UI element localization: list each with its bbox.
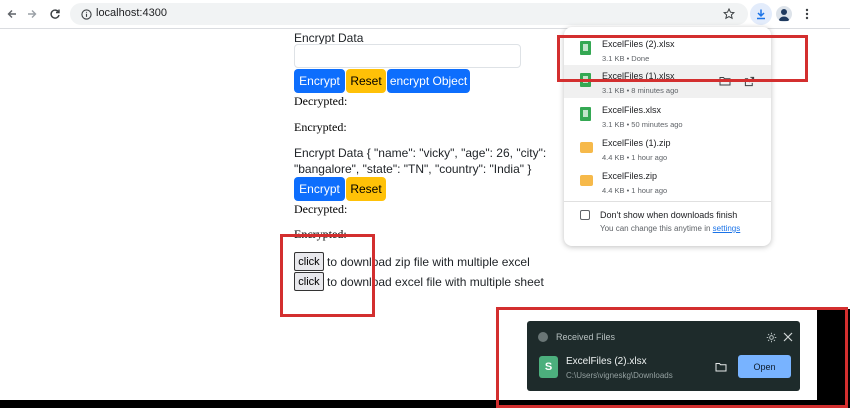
encrypt-button[interactable]: Encrypt — [294, 69, 345, 93]
downloads-hint-text: You can change this anytime in — [600, 224, 713, 233]
encrypt-data-input[interactable] — [294, 44, 521, 68]
download-item[interactable]: ExcelFiles.zip 4.4 KB • 1 hour ago — [564, 165, 771, 198]
browser-toolbar: localhost:4300 — [0, 0, 850, 28]
encrypt-object-submit-button[interactable]: Encrypt — [294, 177, 345, 201]
bookmark-button[interactable] — [721, 6, 737, 22]
url-text[interactable]: localhost:4300 — [96, 7, 167, 19]
decrypted-label: Decrypted: — [294, 94, 348, 108]
profile-button[interactable] — [776, 6, 792, 22]
reset-object-button[interactable]: Reset — [346, 177, 386, 201]
profile-icon — [778, 9, 790, 21]
notification-open-button[interactable]: Open — [738, 355, 791, 378]
download-item[interactable]: ExcelFiles (1).zip 4.4 KB • 1 hour ago — [564, 132, 771, 165]
browser-menu-button[interactable] — [800, 4, 814, 24]
notification-title: Received Files — [556, 332, 616, 342]
downloads-button[interactable] — [750, 3, 772, 25]
zip-folder-icon — [580, 175, 593, 186]
open-folder-button[interactable] — [714, 361, 728, 373]
download-notification[interactable]: Received Files S ExcelFiles (2).xlsx C:\… — [527, 321, 800, 391]
notification-settings-button[interactable] — [765, 331, 777, 343]
download-item-meta: 4.4 KB • 1 hour ago — [602, 186, 668, 195]
notification-file-path: C:\Users\vigneskg\Downloads — [566, 371, 673, 380]
excel-file-icon: S — [539, 356, 558, 378]
encrypt-data-heading: Encrypt Data — [294, 31, 364, 45]
dont-show-checkbox[interactable] — [580, 210, 590, 220]
download-item-name: ExcelFiles.zip — [602, 171, 658, 181]
download-item-name: ExcelFiles.xlsx — [602, 105, 662, 115]
downloads-hint: You can change this anytime in settings — [600, 224, 740, 233]
notification-close-button[interactable] — [782, 331, 794, 343]
forward-button[interactable] — [22, 4, 42, 24]
site-info-button[interactable] — [78, 6, 94, 22]
downloads-divider — [564, 201, 771, 202]
download-item-meta: 4.4 KB • 1 hour ago — [602, 153, 668, 162]
encrypt-object-button[interactable]: encrypt Object — [387, 69, 470, 93]
download-item-name: ExcelFiles (1).zip — [602, 138, 671, 148]
dont-show-label[interactable]: Don't show when downloads finish — [600, 210, 737, 220]
annotation-box-latest-download — [557, 35, 808, 82]
excel-file-icon — [580, 107, 591, 121]
reload-button[interactable] — [45, 4, 65, 24]
annotation-box-click-buttons — [280, 234, 375, 317]
notification-file-name: ExcelFiles (2).xlsx — [566, 356, 647, 367]
download-icon — [757, 9, 765, 20]
kebab-menu-icon — [805, 8, 809, 20]
reset-button[interactable]: Reset — [346, 69, 386, 93]
address-bar[interactable]: localhost:4300 — [70, 3, 748, 25]
arrow-right-icon — [28, 10, 37, 18]
settings-link[interactable]: settings — [713, 224, 741, 233]
close-icon — [783, 332, 793, 342]
encrypted-label: Encrypted: — [294, 120, 347, 134]
download-item-meta: 3.1 KB • 50 minutes ago — [602, 120, 683, 129]
arrow-left-icon — [7, 10, 16, 18]
star-icon — [723, 8, 735, 20]
download-item[interactable]: ExcelFiles.xlsx 3.1 KB • 50 minutes ago — [564, 99, 771, 132]
back-button[interactable] — [2, 4, 22, 24]
gear-icon — [766, 332, 776, 342]
encrypt-object-heading-line-1: Encrypt Data { "name": "vicky", "age": 2… — [294, 146, 547, 160]
folder-icon — [715, 363, 727, 372]
decrypted-object-label: Decrypted: — [294, 202, 348, 216]
window-edge — [817, 29, 850, 309]
reload-icon — [50, 9, 60, 19]
encrypt-object-heading-line-2: "bangalore", "state": "TN", "country": "… — [294, 162, 532, 176]
app-icon — [538, 332, 548, 342]
download-item-meta: 3.1 KB • 8 minutes ago — [602, 86, 679, 95]
zip-folder-icon — [580, 142, 593, 153]
info-icon — [80, 8, 92, 20]
